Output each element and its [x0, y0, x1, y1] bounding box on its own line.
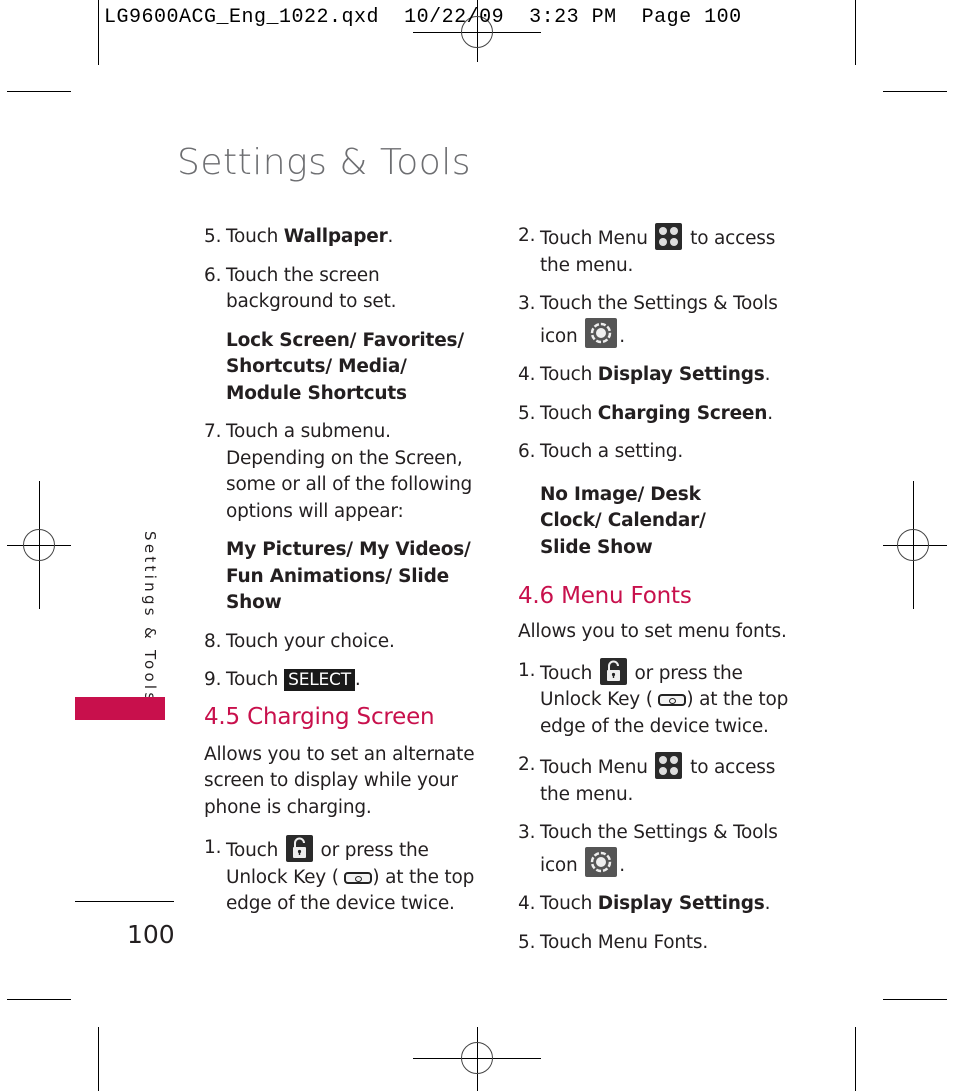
unlock-key-icon — [658, 694, 687, 706]
step-7: 7. Touch a submenu. Depending on the Scre… — [204, 421, 473, 522]
settings-tools-icon — [585, 317, 618, 348]
footer-rule — [75, 901, 174, 902]
slug-date: 10/22/09 — [404, 6, 505, 29]
print-slug: LG9600ACG_Eng_1022.qxd 10/22/09 3:23 PM … — [104, 6, 742, 29]
step-5: 5. Touch Wallpaper. — [204, 226, 394, 247]
crop-mark — [7, 999, 71, 1000]
slug-file: LG9600ACG_Eng_1022.qxd — [104, 6, 380, 29]
registration-circle — [897, 529, 929, 561]
unlock-icon — [285, 835, 313, 862]
settings-tools-icon — [585, 846, 618, 877]
page-title: Settings & Tools — [177, 142, 472, 183]
mf-step-2: 2. Touch Menu to access the menu. — [518, 752, 776, 805]
side-tab-marker — [75, 697, 165, 720]
mf-step-3: 3. Touch the Settings & Tools icon . — [518, 822, 778, 877]
crop-mark — [855, 0, 856, 65]
charging-screen-options: No Image/ Desk Clock/ Calendar/ Slide Sh… — [540, 483, 706, 558]
step-9: 9. Touch SELECT. — [204, 669, 361, 691]
step-5: 5. Touch Charging Screen. — [518, 402, 773, 424]
registration-circle — [461, 1042, 493, 1074]
section-heading-charging-screen: 4.5 Charging Screen — [204, 703, 435, 730]
step-6: 6. Touch the screen background to set. — [204, 264, 397, 313]
left-column: 5. Touch Wallpaper. 6. Touch the screen ba… — [204, 224, 489, 918]
submenu-options: My Pictures/ My Videos/ Fun Animations/ … — [226, 539, 471, 613]
step-3: 3. Touch the Settings & Tools icon . — [518, 293, 778, 348]
step-8: 8. Touch your choice. — [204, 630, 395, 652]
registration-circle — [23, 529, 55, 561]
unlock-icon — [599, 657, 627, 685]
right-column: 2. Touch Menu to access the menu. 3. Touch… — [518, 223, 803, 956]
step-4: 4. Touch Display Settings. — [518, 364, 771, 385]
page-number: 100 — [127, 920, 175, 949]
section-description: Allows you to set menu fonts. — [518, 621, 787, 642]
select-softkey: SELECT — [284, 669, 355, 691]
section-heading-menu-fonts: 4.6 Menu Fonts — [518, 583, 692, 609]
crop-mark — [883, 91, 947, 92]
slug-page: Page 100 — [641, 6, 742, 29]
step-1: 1. Touch or press the Unlock Key ( ) at t… — [204, 835, 475, 914]
unlock-key-icon — [344, 871, 373, 884]
section-description: Allows you to set an alternate screen to… — [204, 743, 475, 818]
crop-mark — [7, 91, 71, 92]
crop-mark — [883, 999, 947, 1000]
side-tab-label: Settings & Tools — [141, 531, 159, 704]
crop-mark — [98, 0, 99, 65]
mf-step-4: 4. Touch Display Settings. — [518, 893, 771, 914]
crop-mark — [98, 1027, 99, 1091]
slug-time: 3:23 PM — [529, 6, 617, 29]
step-6: 6. Touch a setting. — [518, 441, 684, 462]
menu-icon — [655, 223, 683, 250]
mf-step-1: 1. Touch or press the Unlock Key ( ) at t… — [518, 657, 789, 737]
step-2: 2. Touch Menu to access the menu. — [518, 223, 776, 276]
crop-mark — [855, 1027, 856, 1091]
mf-step-5: 5. Touch Menu Fonts. — [518, 931, 709, 953]
menu-icon — [655, 752, 683, 779]
wallpaper-options: Lock Screen/ Favorites/ Shortcuts/ Media… — [226, 329, 464, 404]
